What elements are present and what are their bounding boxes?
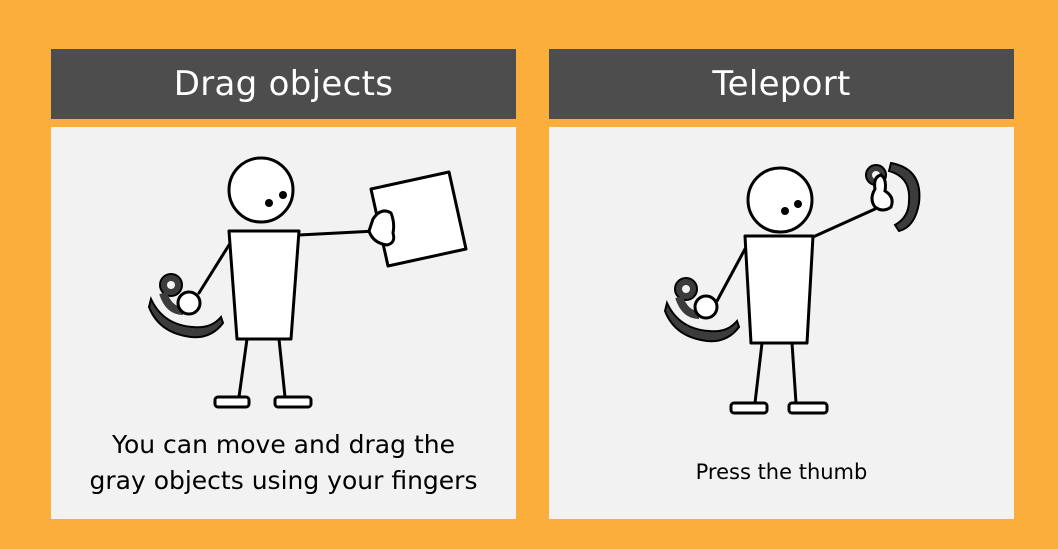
stick-figure-head <box>746 166 814 234</box>
caption-line: You can move and drag the <box>112 430 455 459</box>
illustration-card: Press the thumb <box>549 127 1014 519</box>
panel-caption: You can move and drag the gray objects u… <box>51 427 516 499</box>
stick-figure-body <box>743 234 815 345</box>
panel-title: Drag objects <box>51 49 516 119</box>
vr-controller-icon <box>147 273 225 339</box>
illustration-card: You can move and drag the gray objects u… <box>51 127 516 519</box>
panel-title: Teleport <box>549 49 1014 119</box>
stick-figure-body <box>227 229 301 341</box>
vr-controller-raised-icon <box>865 161 921 233</box>
stick-figure-head <box>227 156 295 224</box>
vr-controller-icon <box>663 277 741 343</box>
caption-line: Press the thumb <box>695 460 868 484</box>
caption-line: gray objects using your fingers <box>89 466 478 495</box>
panel-caption: Press the thumb <box>549 457 1014 487</box>
thumb-press-hand-icon <box>870 173 894 212</box>
hand-icon <box>367 209 396 247</box>
